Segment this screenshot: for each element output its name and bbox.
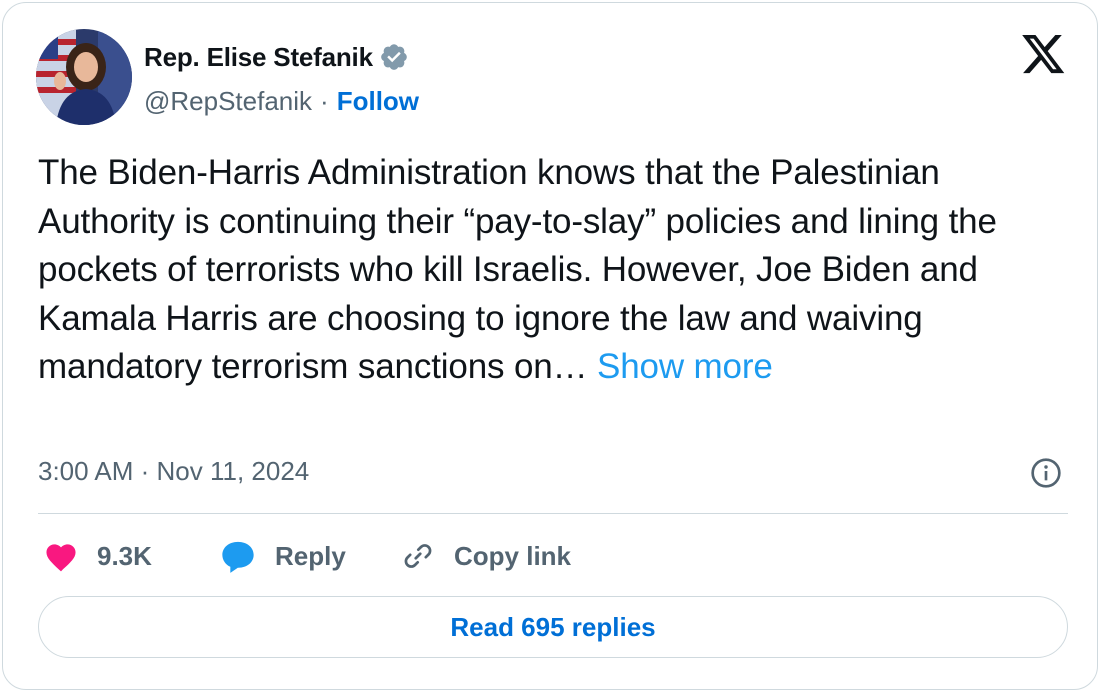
divider (38, 513, 1068, 514)
separator-dot: · (320, 85, 329, 116)
verified-badge-icon (379, 42, 409, 72)
heart-icon (43, 540, 79, 572)
show-more-link[interactable]: Show more (597, 347, 773, 386)
tweet-text: The Biden-Harris Administration knows th… (38, 149, 1078, 392)
author-name-row[interactable]: Rep. Elise Stefanik (144, 39, 409, 75)
tweet-timestamp[interactable]: 3:00 AM · Nov 11, 2024 (38, 456, 309, 487)
reply-label: Reply (275, 540, 346, 571)
author-handle[interactable]: @RepStefanik (144, 86, 312, 117)
read-replies-label: Read 695 replies (450, 611, 656, 642)
link-icon (400, 538, 436, 574)
follow-button[interactable]: Follow (337, 86, 419, 117)
author-handle-row: @RepStefanik · Follow (144, 83, 419, 119)
avatar-photo (36, 29, 132, 125)
read-replies-button[interactable]: Read 695 replies (38, 596, 1068, 658)
speech-bubble-icon (219, 538, 257, 574)
copy-link-label: Copy link (454, 540, 572, 571)
author-name[interactable]: Rep. Elise Stefanik (144, 42, 373, 73)
copy-link-button[interactable]: Copy link (400, 535, 571, 577)
x-logo-icon[interactable] (1022, 35, 1066, 75)
avatar[interactable] (36, 29, 132, 125)
tweet-card: Rep. Elise Stefanik @RepStefanik · Follo… (2, 2, 1098, 690)
tweet-body: The Biden-Harris Administration knows th… (38, 153, 997, 386)
like-count: 9.3K (97, 540, 152, 571)
info-icon[interactable] (1030, 457, 1062, 489)
reply-button[interactable]: Reply (219, 535, 346, 577)
like-button[interactable]: 9.3K (43, 535, 152, 577)
